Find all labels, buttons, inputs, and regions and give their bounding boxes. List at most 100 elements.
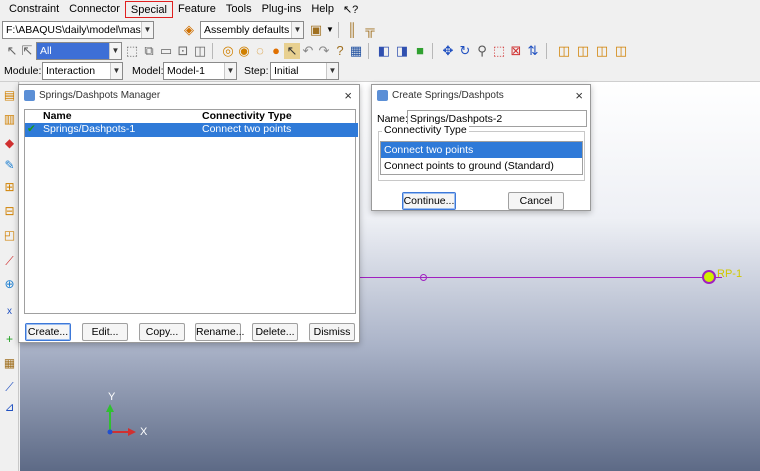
chevron-down-icon[interactable]: ▼ <box>110 63 122 79</box>
cube-front-icon[interactable]: ◧ <box>376 43 392 59</box>
model-value: Model-1 <box>167 65 205 77</box>
dismiss-button[interactable]: Dismiss <box>309 323 355 341</box>
palette-icon[interactable]: ◈ <box>181 22 197 38</box>
view-bottom-icon[interactable]: ◫ <box>613 43 629 59</box>
fit-view-icon[interactable]: ⊠ <box>508 43 524 59</box>
pan-icon[interactable]: ✥ <box>440 43 456 59</box>
rename-button[interactable]: Rename... <box>195 323 244 341</box>
add-icon[interactable]: + <box>2 332 17 347</box>
toolbar-separator <box>338 22 339 38</box>
step-value: Initial <box>274 65 299 77</box>
delete-button[interactable]: Delete... <box>252 323 298 341</box>
chevron-down-icon[interactable]: ▼ <box>322 22 338 38</box>
module-combo[interactable]: Interaction ▼ <box>42 62 123 80</box>
rotate-icon[interactable]: ↻ <box>457 43 473 59</box>
manager-title: Springs/Dashpots Manager <box>39 90 161 101</box>
toolbar-separator <box>432 43 433 59</box>
chevron-down-icon[interactable]: ▼ <box>141 22 153 38</box>
constraint-icon[interactable]: ✎ <box>2 158 17 173</box>
boolean-intersect-icon[interactable]: ◉ <box>236 43 252 59</box>
rp-axis-icon[interactable]: x <box>2 304 17 319</box>
datum-axis-icon[interactable]: ⟋ <box>2 380 17 395</box>
table-row[interactable]: ✔ Springs/Dashpots-1 Connect two points <box>25 123 358 137</box>
menu-feature[interactable]: Feature <box>173 1 221 18</box>
sphere-icon[interactable]: ● <box>268 43 284 59</box>
chevron-down-icon[interactable]: ▼ <box>326 63 338 79</box>
module-toolbox: ▤ ▥ ◆ ✎ ⊞ ⊟ ◰ ⟋ ⊕ x + ▦ ⟋ ⊿ <box>0 82 19 471</box>
model-label: Model: <box>132 65 164 77</box>
cancel-button[interactable]: Cancel <box>508 192 564 210</box>
toolbar-separator <box>546 43 547 59</box>
redo-icon[interactable]: ↷ <box>316 43 332 59</box>
copy-button[interactable]: Copy... <box>139 323 185 341</box>
create-interaction-icon[interactable]: ▤ <box>2 88 17 103</box>
view-back-icon[interactable]: ◫ <box>575 43 591 59</box>
zoom-icon[interactable]: ⚲ <box>474 43 490 59</box>
edit-button[interactable]: Edit... <box>82 323 128 341</box>
menu-bar: Constraint Connector Special Feature Too… <box>0 0 760 19</box>
select-cross-icon[interactable]: ⊡ <box>175 43 191 59</box>
menu-connector[interactable]: Connector <box>64 1 125 18</box>
measure-icon[interactable]: ╦ <box>362 22 378 38</box>
interaction-property-icon[interactable]: ◆ <box>2 136 17 151</box>
continue-button[interactable]: Continue... <box>402 192 456 210</box>
model-combo[interactable]: Model-1 ▼ <box>163 62 237 80</box>
menu-special[interactable]: Special <box>124 1 173 18</box>
menu-plugins[interactable]: Plug-ins <box>257 1 307 18</box>
assembly-defaults-combo[interactable]: Assembly defaults ▼ <box>200 21 304 39</box>
view-top-icon[interactable]: ◫ <box>594 43 610 59</box>
wire-icon[interactable]: ⟋ <box>2 254 17 269</box>
axis-x-label: X <box>140 426 148 438</box>
cube-iso-icon[interactable]: ◨ <box>394 43 410 59</box>
selection-filter-combo[interactable]: All ▼ <box>36 42 122 60</box>
chevron-down-icon[interactable]: ▼ <box>291 22 303 38</box>
reference-point-icon[interactable]: ⊕ <box>2 277 17 292</box>
context-help-icon[interactable]: ↖? <box>339 3 362 16</box>
cube-shaded-icon[interactable]: ■ <box>412 43 428 59</box>
fastener-icon[interactable]: ◰ <box>2 228 17 243</box>
cursor-select-icon[interactable]: ↖ <box>284 43 300 59</box>
undo-icon[interactable]: ↶ <box>300 43 316 59</box>
springs-dashpots-manager-dialog: Springs/Dashpots Manager × Name Connecti… <box>18 84 360 343</box>
reference-point-marker[interactable] <box>702 270 716 284</box>
connector-wire <box>360 277 722 278</box>
grid-icon[interactable]: ▦ <box>348 43 364 59</box>
select-layer-icon[interactable]: ⧉ <box>141 43 157 59</box>
select-box-icon[interactable]: ⬚ <box>124 43 140 59</box>
select-circle-icon[interactable]: ◫ <box>192 43 208 59</box>
context-bar: Module: Interaction ▼ Model: Model-1 ▼ S… <box>0 61 760 82</box>
partition-icon[interactable]: ▦ <box>2 356 17 371</box>
menu-tools[interactable]: Tools <box>221 1 257 18</box>
ruler-icon[interactable]: ║ <box>344 22 360 38</box>
connector-section-icon[interactable]: ⊞ <box>2 180 17 195</box>
dialog-icon <box>377 90 388 101</box>
box-zoom-icon[interactable]: ⬚ <box>491 43 507 59</box>
file-path-combo[interactable]: F:\ABAQUS\daily\model\mass_f ▼ <box>2 21 154 39</box>
select-arrow-icon[interactable]: ⇱ <box>19 43 35 59</box>
boolean-union-icon[interactable]: ◎ <box>220 43 236 59</box>
datum-csys-icon[interactable]: ⊿ <box>2 400 17 415</box>
cycle-views-icon[interactable]: ⇅ <box>525 43 541 59</box>
toolbar-separator <box>368 43 369 59</box>
interaction-manager-icon[interactable]: ▥ <box>2 112 17 127</box>
view-front-icon[interactable]: ◫ <box>556 43 572 59</box>
toolbar-file: F:\ABAQUS\daily\model\mass_f ▼ ◈ Assembl… <box>0 19 760 41</box>
step-combo[interactable]: Initial ▼ <box>270 62 339 80</box>
chevron-down-icon[interactable]: ▼ <box>109 43 121 59</box>
close-icon[interactable]: × <box>575 85 583 107</box>
menu-constraint[interactable]: Constraint <box>4 1 64 18</box>
option-connect-two-points[interactable]: Connect two points <box>381 142 582 158</box>
chevron-down-icon[interactable]: ▼ <box>224 63 236 79</box>
boolean-subtract-icon[interactable]: ◌ <box>252 43 268 59</box>
query-icon[interactable]: ? <box>332 43 348 59</box>
create-button[interactable]: Create... <box>25 323 71 341</box>
rectangle-select-icon[interactable]: ▭ <box>158 43 174 59</box>
manager-table: Name Connectivity Type ✔ Springs/Dashpot… <box>24 109 358 314</box>
option-connect-to-ground[interactable]: Connect points to ground (Standard) <box>381 158 582 174</box>
close-icon[interactable]: × <box>344 85 352 107</box>
pointer-icon[interactable]: ↖ <box>4 43 20 59</box>
file-path-value: F:\ABAQUS\daily\model\mass_f <box>6 24 154 36</box>
x-axis-arrow <box>128 428 136 436</box>
menu-help[interactable]: Help <box>306 1 339 18</box>
connector-assign-icon[interactable]: ⊟ <box>2 204 17 219</box>
